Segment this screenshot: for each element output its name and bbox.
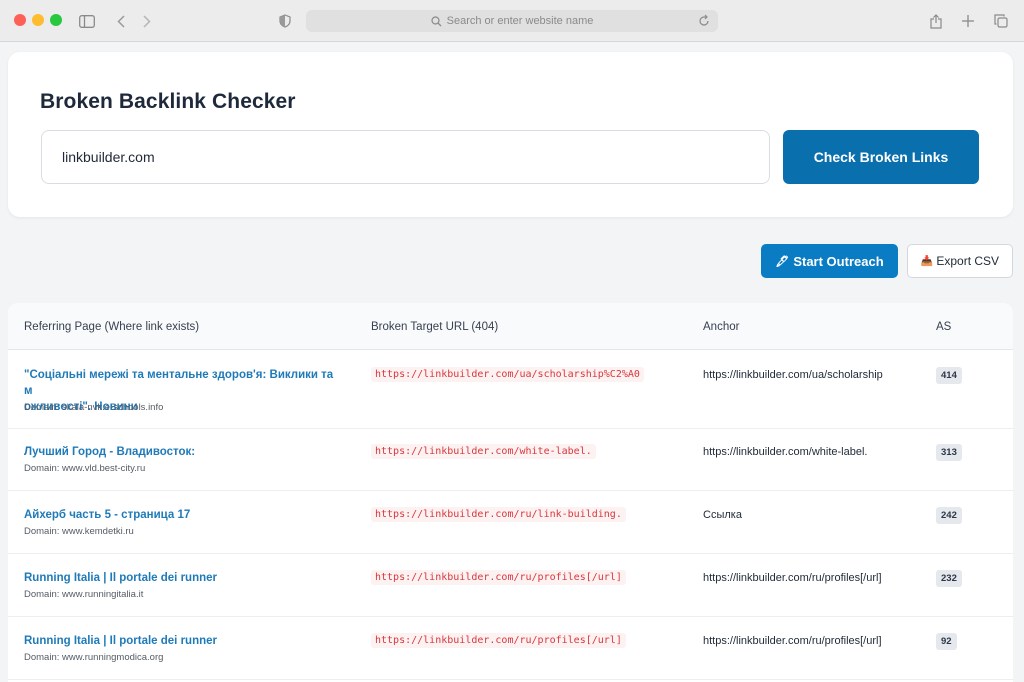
referring-page-link[interactable]: Running Italia | Il portale dei runner — [24, 570, 344, 586]
results-table: Referring Page (Where link exists) Broke… — [8, 303, 1013, 682]
minimize-window-button[interactable] — [32, 14, 44, 26]
address-bar[interactable]: Search or enter website name — [306, 10, 718, 32]
as-badge: 414 — [936, 367, 962, 384]
as-badge: 92 — [936, 633, 957, 650]
table-row: "Соціальні мережі та ментальне здоров'я:… — [8, 350, 1013, 429]
export-csv-label: Export CSV — [936, 254, 1000, 268]
back-icon[interactable] — [111, 11, 131, 31]
anchor-text: Ссылка — [703, 509, 742, 521]
zoom-window-button[interactable] — [50, 14, 62, 26]
forward-icon[interactable] — [137, 11, 157, 31]
header-anchor: Anchor — [703, 321, 740, 333]
share-icon[interactable] — [926, 11, 946, 31]
table-row: Лучший Город - Владивосток: Domain: www.… — [8, 429, 1013, 491]
table-row: Running Italia | Il portale dei runner D… — [8, 617, 1013, 680]
tab-overview-icon[interactable] — [991, 11, 1011, 31]
start-outreach-button[interactable]: 🖋 Start Outreach — [761, 244, 898, 278]
reload-icon[interactable] — [698, 14, 710, 27]
referring-domain: Domain: www.kemdetki.ru — [24, 526, 134, 537]
header-referring-page: Referring Page (Where link exists) — [24, 321, 200, 333]
anchor-text: https://linkbuilder.com/ru/profiles[/url… — [703, 635, 882, 647]
page-title: Broken Backlink Checker — [40, 90, 296, 113]
broken-target-url: https://linkbuilder.com/ru/profiles[/url… — [371, 570, 626, 585]
referring-domain: Domain: www.vld.best-city.ru — [24, 463, 146, 474]
checker-card: Broken Backlink Checker Check Broken Lin… — [8, 52, 1013, 217]
search-icon — [431, 15, 442, 27]
referring-domain: Domain: skala-nvk.e-schools.info — [24, 402, 164, 413]
header-as: AS — [936, 321, 952, 333]
anchor-text: https://linkbuilder.com/white-label. — [703, 446, 868, 458]
broken-target-url: https://linkbuilder.com/white-label. — [371, 444, 596, 459]
pen-icon: 🖋 — [775, 255, 790, 268]
referring-domain: Domain: www.runningmodica.org — [24, 652, 164, 663]
start-outreach-label: Start Outreach — [793, 253, 884, 269]
broken-target-url: https://linkbuilder.com/ru/profiles[/url… — [371, 633, 626, 648]
referring-page-link[interactable]: Айхерб часть 5 - страница 17 — [24, 507, 344, 523]
check-broken-links-button[interactable]: Check Broken Links — [783, 130, 979, 184]
anchor-text: https://linkbuilder.com/ua/scholarship — [703, 369, 883, 381]
as-badge: 242 — [936, 507, 962, 524]
table-row: Айхерб часть 5 - страница 17 Domain: www… — [8, 491, 1013, 554]
broken-target-url: https://linkbuilder.com/ua/scholarship%C… — [371, 367, 644, 382]
referring-page-link[interactable]: Лучший Город - Владивосток: — [24, 444, 344, 460]
table-header: Referring Page (Where link exists) Broke… — [8, 303, 1013, 350]
broken-target-url: https://linkbuilder.com/ru/link-building… — [371, 507, 626, 522]
new-tab-icon[interactable] — [958, 11, 978, 31]
domain-input[interactable] — [41, 130, 770, 184]
address-placeholder: Search or enter website name — [446, 15, 594, 27]
referring-domain: Domain: www.runningitalia.it — [24, 589, 144, 600]
as-badge: 232 — [936, 570, 962, 587]
referring-page-title-line: "Соціальні мережі та ментальне здоров'я:… — [24, 369, 334, 397]
close-window-button[interactable] — [14, 14, 26, 26]
privacy-shield-icon[interactable] — [275, 11, 295, 31]
export-csv-button[interactable]: 📥 Export CSV — [907, 244, 1013, 278]
sidebar-icon[interactable] — [77, 11, 97, 31]
download-icon: 📥 — [920, 255, 934, 267]
header-broken-url: Broken Target URL (404) — [371, 321, 499, 333]
as-badge: 313 — [936, 444, 962, 461]
referring-page-link[interactable]: Running Italia | Il portale dei runner — [24, 633, 344, 649]
table-row: Running Italia | Il portale dei runner D… — [8, 554, 1013, 617]
anchor-text: https://linkbuilder.com/ru/profiles[/url… — [703, 572, 882, 584]
browser-toolbar: Search or enter website name — [0, 0, 1024, 42]
